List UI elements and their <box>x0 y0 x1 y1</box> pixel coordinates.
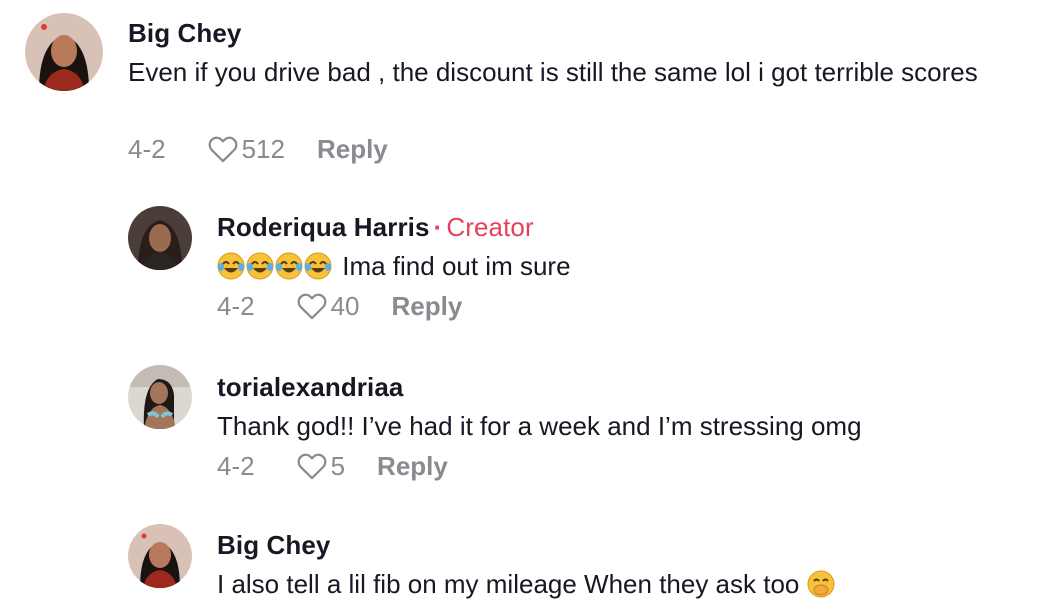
comment-username[interactable]: Roderiqua Harris · Creator <box>217 212 534 243</box>
comment-text: Ima find out im sure <box>217 248 1017 289</box>
like-count: 5 <box>330 450 346 481</box>
hand-over-mouth-emoji <box>807 570 835 607</box>
comment-text: Even if you drive bad , the discount is … <box>128 57 978 87</box>
reply-button[interactable]: Reply <box>317 134 388 165</box>
reply-button[interactable]: Reply <box>392 291 463 322</box>
comment-meta: 4-2 512 Reply <box>128 132 388 166</box>
avatar[interactable] <box>25 13 103 91</box>
comment-date: 4-2 <box>128 133 166 164</box>
avatar-image <box>25 13 103 91</box>
avatar-image <box>128 206 192 270</box>
heart-outline-icon <box>208 136 237 163</box>
like-count: 40 <box>330 290 360 321</box>
comment-text: Thank god!! I’ve had it for a week and I… <box>217 411 862 441</box>
heart-outline-icon <box>297 453 326 480</box>
comment-date: 4-2 <box>217 290 255 321</box>
like-button[interactable]: 512 <box>206 132 285 166</box>
comment-text-body: I also tell a lil fib on my mileage When… <box>217 569 800 599</box>
like-button[interactable]: 5 <box>295 449 345 483</box>
heart-outline-icon <box>297 293 326 320</box>
creator-label: Creator <box>446 212 534 242</box>
comment-username[interactable]: Big Chey <box>217 530 330 561</box>
avatar-image <box>128 365 192 429</box>
like-count: 512 <box>241 133 285 164</box>
creator-badge: · Creator <box>433 212 534 242</box>
comment-meta: 4-2 40 Reply <box>217 289 462 323</box>
laughing-crying-emoji <box>217 252 335 289</box>
avatar[interactable] <box>128 365 192 429</box>
comment-text: I also tell a lil fib on my mileage When… <box>217 566 1037 607</box>
comment-username[interactable]: Big Chey <box>128 18 241 49</box>
comment-username[interactable]: torialexandriaa <box>217 372 403 403</box>
reply-item: Big Chey I also tell a lil fib on my mil… <box>0 510 1050 610</box>
reply-button[interactable]: Reply <box>377 451 448 482</box>
comment-item: Big Chey Even if you drive bad , the dis… <box>0 0 1050 180</box>
avatar[interactable] <box>128 524 192 588</box>
comment-date: 4-2 <box>217 450 255 481</box>
username-text[interactable]: Roderiqua Harris <box>217 212 430 242</box>
avatar-image <box>128 524 192 588</box>
avatar[interactable] <box>128 206 192 270</box>
reply-item: Roderiqua Harris · Creator Ima find out … <box>0 190 1050 340</box>
reply-item: torialexandriaa Thank god!! I’ve had it … <box>0 350 1050 500</box>
comment-meta: 4-2 5 Reply <box>217 449 448 483</box>
comment-text-body: Ima find out im sure <box>342 251 571 281</box>
like-button[interactable]: 40 <box>295 289 360 323</box>
